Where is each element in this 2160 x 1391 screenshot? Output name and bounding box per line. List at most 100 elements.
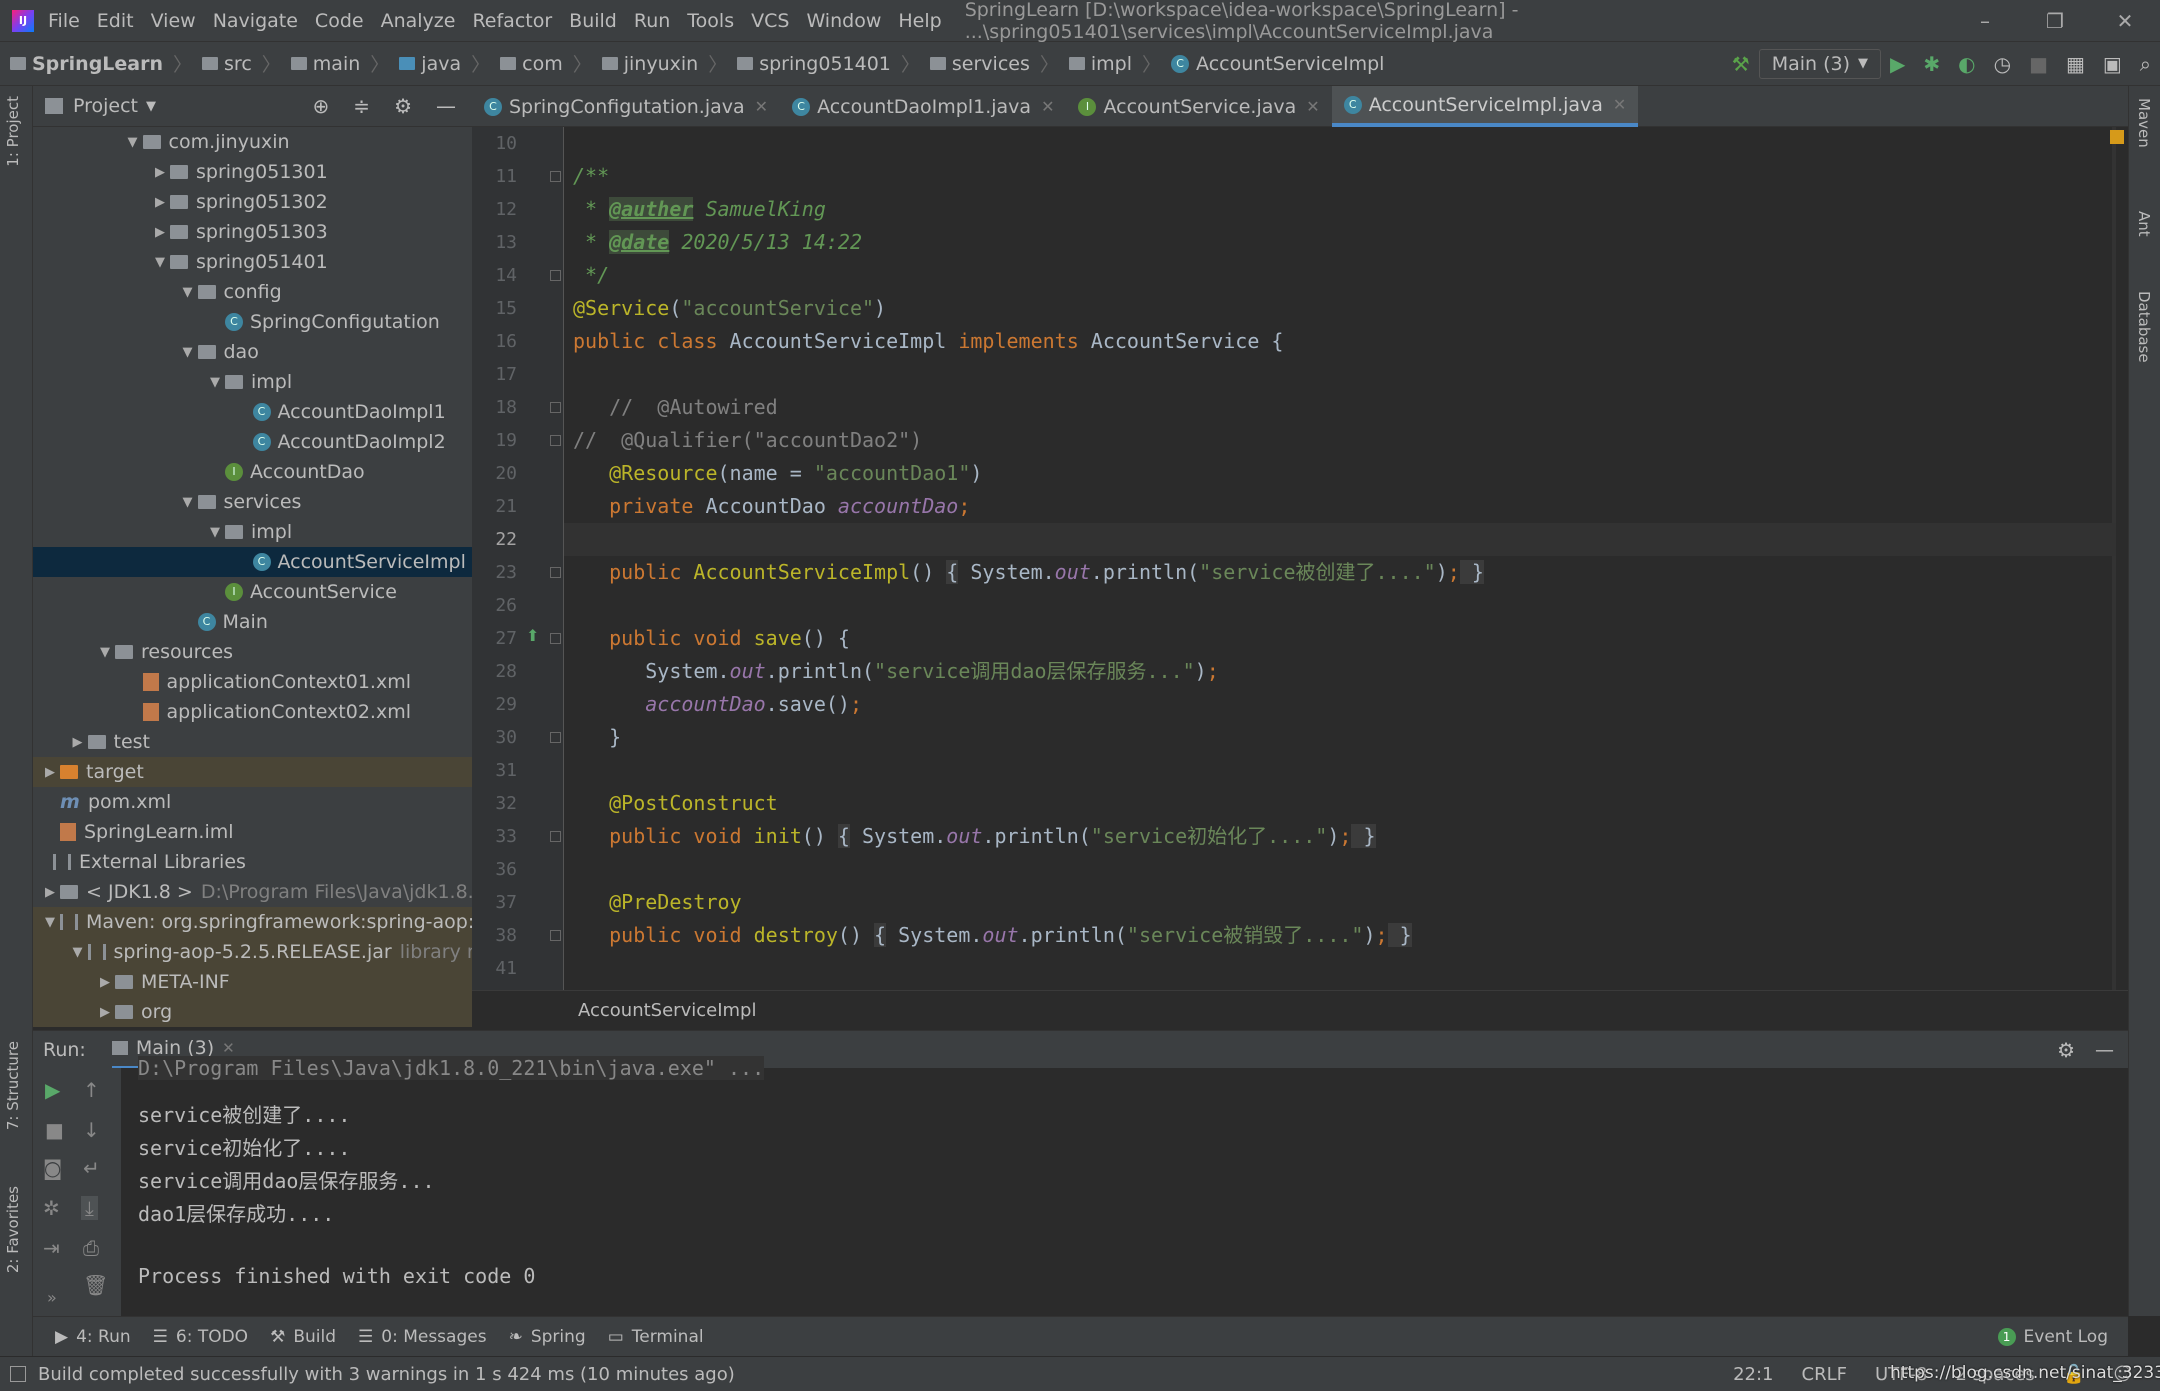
line-separator[interactable]: CRLF: [1802, 1364, 1847, 1385]
editor-tab[interactable]: I AccountService.java ✕: [1066, 86, 1331, 127]
search-icon[interactable]: ⌕: [2140, 52, 2151, 76]
fold-marker-icon[interactable]: [550, 171, 561, 182]
fold-marker-icon[interactable]: [550, 633, 561, 644]
tree-item[interactable]: ▶ META-INF: [33, 967, 472, 997]
close-tab-icon[interactable]: ✕: [1306, 97, 1319, 116]
camera-icon[interactable]: ◙: [43, 1156, 62, 1180]
profile-icon[interactable]: ◷: [1994, 52, 2011, 76]
menu-view[interactable]: View: [151, 10, 196, 32]
tree-item[interactable]: ▼ Maven: org.springframework:spring-aop:5…: [33, 907, 472, 937]
tree-item[interactable]: External Libraries: [33, 847, 472, 877]
up-icon[interactable]: ↑: [83, 1078, 100, 1102]
run-icon[interactable]: ▶: [1890, 52, 1905, 76]
event-log-button[interactable]: 1 Event Log: [1997, 1327, 2108, 1347]
more-icon[interactable]: »: [47, 1288, 57, 1307]
stop-icon[interactable]: ■: [2029, 52, 2048, 76]
rerun-icon[interactable]: ▶: [45, 1078, 60, 1102]
expanded-arrow-icon[interactable]: ▼: [123, 135, 143, 150]
run-hide-icon[interactable]: —: [2095, 1039, 2114, 1061]
close-tab-icon[interactable]: ✕: [1613, 95, 1626, 114]
tool-tab-maven[interactable]: Maven: [2135, 98, 2153, 148]
editor-tab[interactable]: C AccountDaoImpl1.java ✕: [780, 86, 1066, 127]
breadcrumb-item[interactable]: services 〉: [929, 50, 1059, 77]
tree-item[interactable]: ▶ org: [33, 997, 472, 1027]
run-console[interactable]: D:\Program Files\Java\jdk1.8.0_221\bin\j…: [121, 1056, 2128, 1316]
tree-item[interactable]: ▶ spring051301: [33, 157, 472, 187]
bottom-tab[interactable]: ☰ 6: TODO: [153, 1327, 248, 1347]
menu-code[interactable]: Code: [315, 10, 364, 32]
breadcrumb-item[interactable]: SpringLearn 〉: [10, 50, 192, 77]
minimize-button[interactable]: –: [1950, 9, 2020, 33]
tree-item[interactable]: m pom.xml: [33, 787, 472, 817]
breadcrumb-item[interactable]: main 〉: [290, 50, 389, 77]
breadcrumb-item[interactable]: com 〉: [500, 50, 592, 77]
expanded-arrow-icon[interactable]: ▼: [68, 945, 88, 960]
debug-icon[interactable]: ✱: [1923, 52, 1940, 76]
tree-item[interactable]: ▶ spring051302: [33, 187, 472, 217]
bottom-tab[interactable]: ▶ 4: Run: [55, 1327, 131, 1347]
tree-item[interactable]: applicationContext02.xml: [33, 697, 472, 727]
bottom-tab[interactable]: ❧ Spring: [509, 1327, 586, 1347]
tree-item[interactable]: I AccountService: [33, 577, 472, 607]
fold-marker-icon[interactable]: [550, 270, 561, 281]
expanded-arrow-icon[interactable]: ▼: [205, 375, 225, 390]
fold-marker-icon[interactable]: [550, 930, 561, 941]
tool-tab-favorites[interactable]: 2: Favorites: [4, 1186, 22, 1273]
tree-item[interactable]: C SpringConfigutation: [33, 307, 472, 337]
close-tab-icon[interactable]: ✕: [755, 97, 768, 116]
breadcrumb-item[interactable]: java 〉: [399, 50, 490, 77]
tool-tab-project[interactable]: 1: Project: [4, 96, 22, 167]
collapsed-arrow-icon[interactable]: ▶: [68, 735, 88, 750]
breadcrumb-item[interactable]: spring051401 〉: [737, 50, 920, 77]
collapsed-arrow-icon[interactable]: ▶: [95, 1005, 115, 1020]
tree-item[interactable]: ▼ spring051401: [33, 247, 472, 277]
toggle-tool-windows-icon[interactable]: [10, 1366, 26, 1382]
tree-item[interactable]: ▶ target: [33, 757, 472, 787]
expanded-arrow-icon[interactable]: ▼: [40, 915, 60, 930]
breadcrumb-item[interactable]: src 〉: [202, 50, 281, 77]
tree-item[interactable]: ▶ < JDK1.8 > D:\Program Files\Java\jdk1.8.…: [33, 877, 472, 907]
hide-icon[interactable]: —: [436, 94, 456, 118]
breadcrumb-item[interactable]: jinyuxin 〉: [601, 50, 727, 77]
close-window-button[interactable]: ✕: [2090, 9, 2160, 33]
bottom-tab[interactable]: ☰ 0: Messages: [358, 1327, 487, 1347]
restore-button[interactable]: ❐: [2020, 9, 2090, 33]
settings-icon[interactable]: ✲: [43, 1196, 60, 1220]
stop-run-icon[interactable]: ■: [45, 1118, 64, 1142]
collapsed-arrow-icon[interactable]: ▶: [40, 765, 60, 780]
tree-item[interactable]: ▼ com.jinyuxin: [33, 127, 472, 157]
tree-item[interactable]: ▼ spring-aop-5.2.5.RELEASE.jar library roo…: [33, 937, 472, 967]
bottom-tab[interactable]: ▭ Terminal: [608, 1327, 704, 1347]
tool-tab-database[interactable]: Database: [2135, 291, 2153, 363]
tool-tab-ant[interactable]: Ant: [2135, 211, 2153, 237]
tree-item[interactable]: applicationContext01.xml: [33, 667, 472, 697]
locate-icon[interactable]: ⊕: [313, 94, 330, 118]
gear-icon[interactable]: ⚙: [394, 94, 412, 118]
editor-tab[interactable]: C AccountServiceImpl.java ✕: [1331, 86, 1639, 127]
menu-run[interactable]: Run: [634, 10, 670, 32]
fold-marker-icon[interactable]: [550, 402, 561, 413]
collapsed-arrow-icon[interactable]: ▶: [95, 975, 115, 990]
down-icon[interactable]: ↓: [83, 1118, 100, 1142]
tree-item[interactable]: ▼ impl: [33, 367, 472, 397]
expanded-arrow-icon[interactable]: ▼: [178, 495, 198, 510]
print-icon[interactable]: ⎙: [83, 1236, 99, 1260]
menu-analyze[interactable]: Analyze: [381, 10, 456, 32]
scroll-to-end-icon[interactable]: ⤓: [81, 1196, 98, 1220]
menu-file[interactable]: File: [48, 10, 80, 32]
warning-marker-icon[interactable]: [2110, 130, 2124, 144]
caret-position[interactable]: 22:1: [1733, 1364, 1773, 1385]
exit-icon[interactable]: ⇥: [43, 1236, 60, 1260]
run-configuration-select[interactable]: Main (3) ▼: [1758, 48, 1882, 79]
fold-marker-icon[interactable]: [550, 732, 561, 743]
tree-item[interactable]: C AccountServiceImpl: [33, 547, 472, 577]
project-structure-icon[interactable]: ▦: [2066, 52, 2085, 76]
tree-item[interactable]: ▼ config: [33, 277, 472, 307]
tree-item[interactable]: ▼ dao: [33, 337, 472, 367]
tree-item[interactable]: ▼ services: [33, 487, 472, 517]
menu-build[interactable]: Build: [569, 10, 617, 32]
tree-item[interactable]: ▼ impl: [33, 517, 472, 547]
trash-icon[interactable]: 🗑: [83, 1273, 108, 1297]
tree-item[interactable]: ▶ spring051303: [33, 217, 472, 247]
fold-marker-icon[interactable]: [550, 567, 561, 578]
